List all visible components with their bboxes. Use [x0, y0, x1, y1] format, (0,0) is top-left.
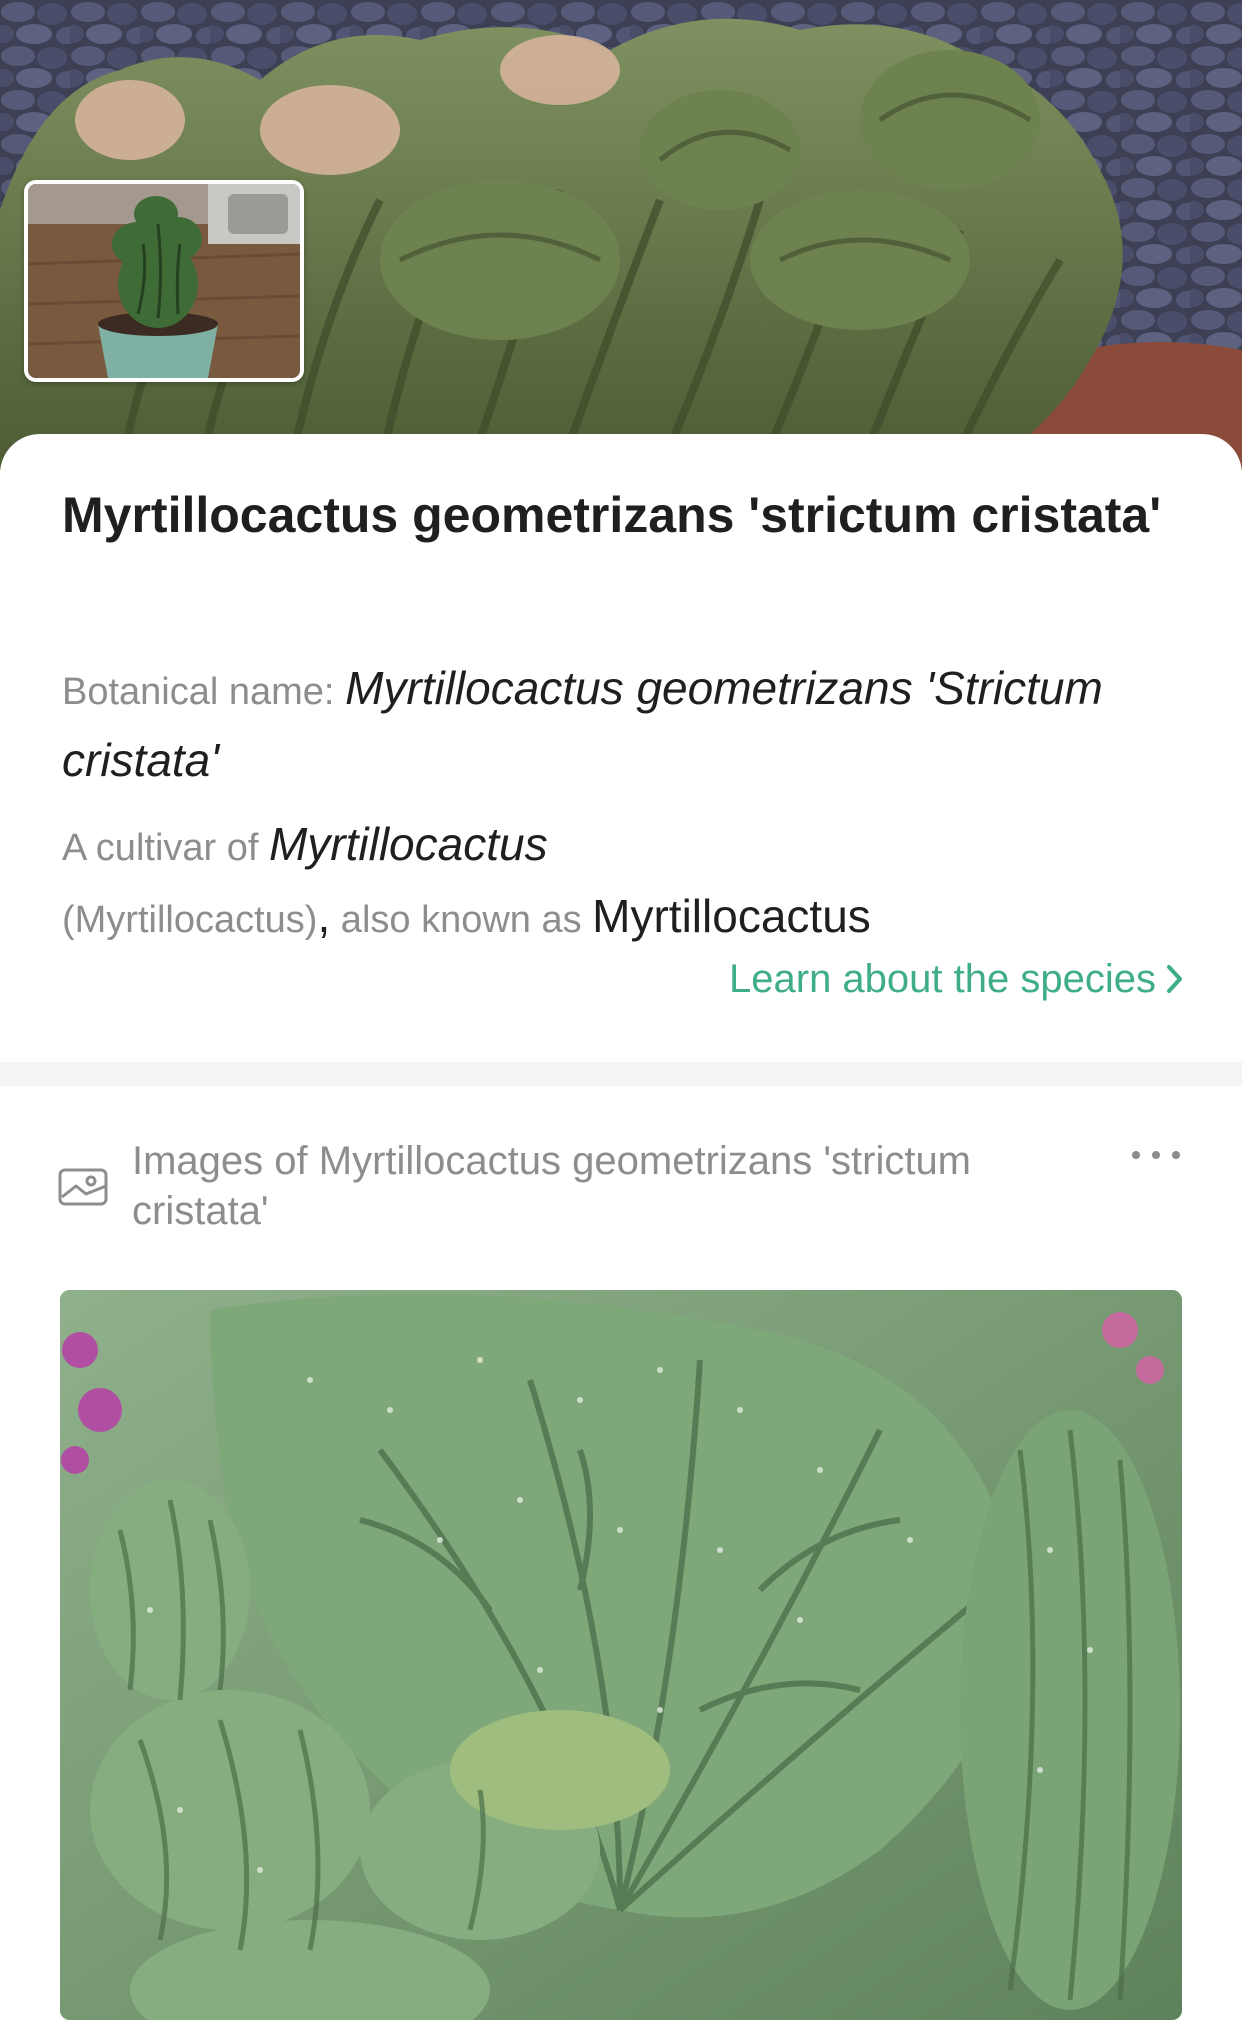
learn-about-species-label: Learn about the species: [729, 957, 1156, 1001]
aka-name: Myrtillocactus: [592, 890, 871, 942]
species-image[interactable]: [60, 1290, 1182, 2020]
plant-detail-page: Myrtillocactus geometrizans 'strictum cr…: [0, 0, 1242, 2042]
cultivar-description: A cultivar of Myrtillocactus (Myrtilloca…: [62, 810, 1182, 954]
more-horizontal-icon[interactable]: [1126, 1140, 1186, 1170]
plant-common-name: Myrtillocactus geometrizans 'strictum cr…: [62, 487, 1162, 543]
user-photo-graphic: [28, 184, 300, 378]
botanical-name-label: Botanical name:: [62, 671, 346, 713]
images-section-header: Images of Myrtillocactus geometrizans 's…: [58, 1132, 1188, 1242]
learn-about-species-link[interactable]: Learn about the species: [729, 954, 1186, 1004]
botanical-name-row: Botanical name: Myrtillocactus geometriz…: [62, 654, 1182, 798]
chevron-right-icon: [1167, 965, 1182, 993]
cultivar-genus: Myrtillocactus: [268, 818, 548, 870]
cultivar-prefix: A cultivar of: [62, 827, 269, 869]
plant-info-card: Myrtillocactus geometrizans 'strictum cr…: [0, 434, 1242, 1062]
cultivar-comma: ,: [317, 890, 331, 942]
cultivar-genus-paren: (Myrtillocactus): [62, 899, 318, 941]
images-section-title: Images of Myrtillocactus geometrizans 's…: [132, 1139, 972, 1233]
aka-prefix: also known as: [330, 899, 593, 941]
species-image-graphic: [60, 1290, 1182, 2020]
user-photo-thumbnail[interactable]: [24, 180, 304, 382]
image-icon: [58, 1168, 108, 1206]
section-divider: [0, 1062, 1242, 1086]
